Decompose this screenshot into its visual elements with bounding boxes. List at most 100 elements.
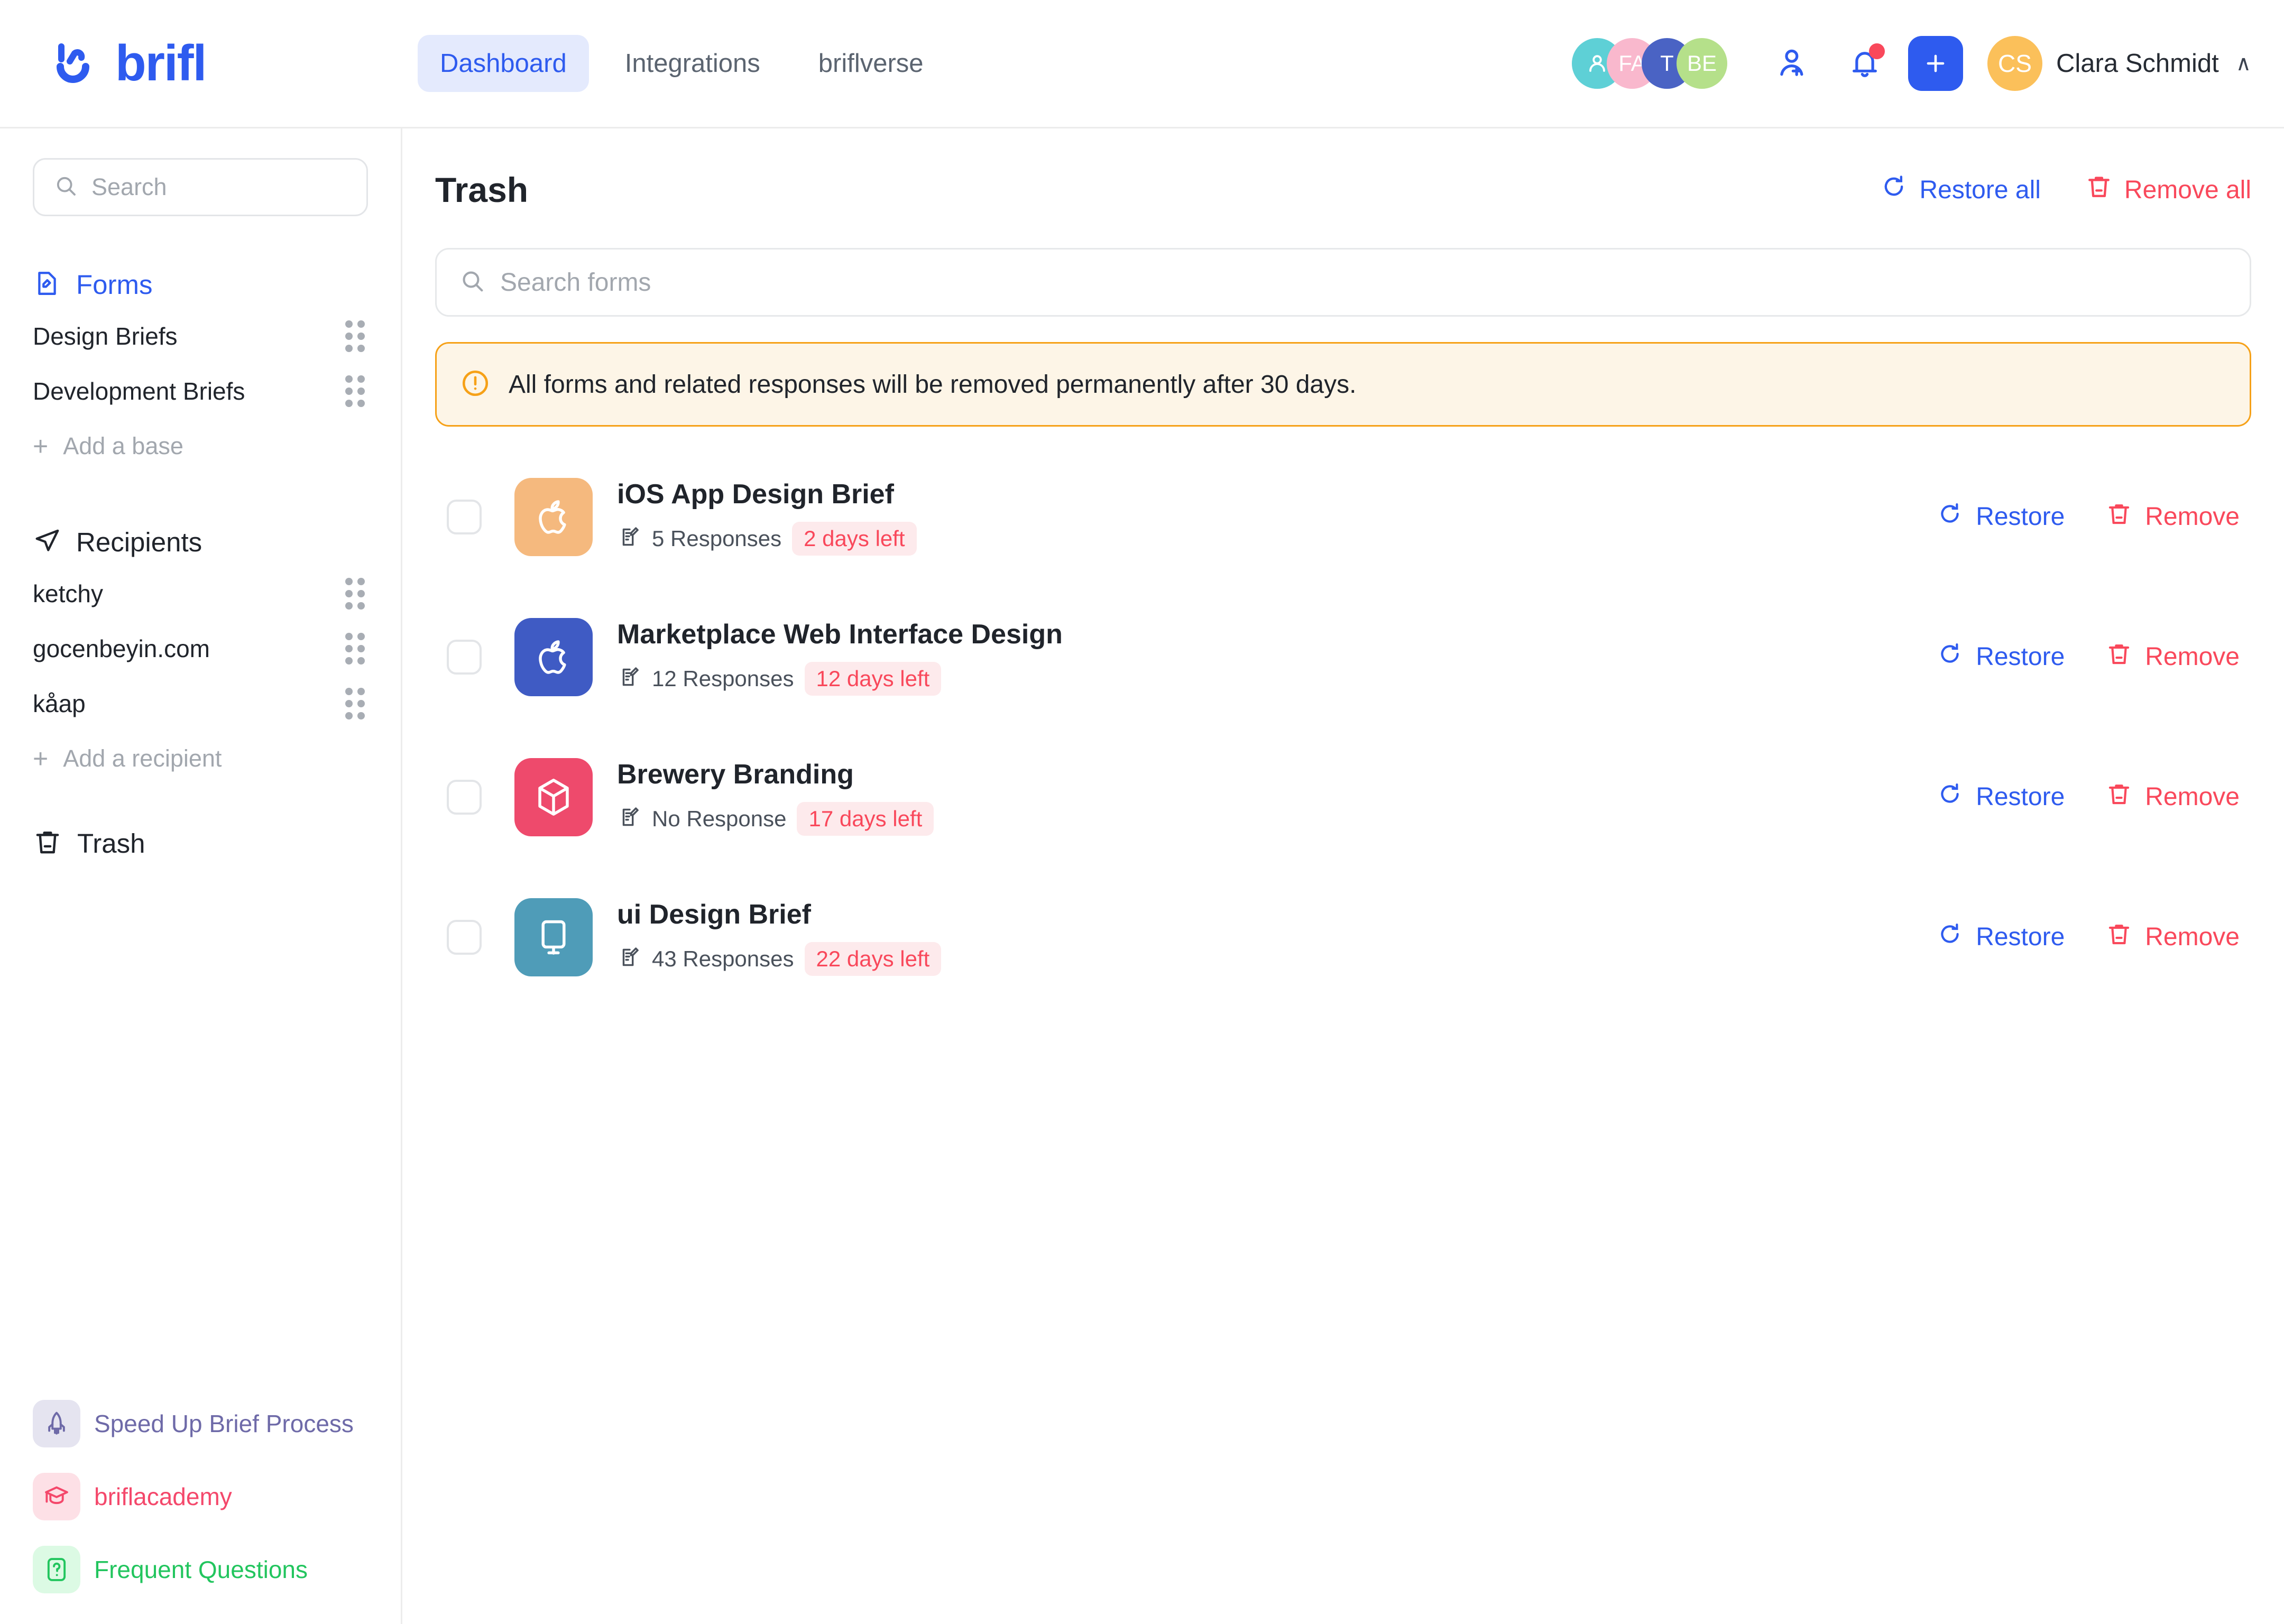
form-title: Brewery Branding bbox=[617, 759, 854, 790]
nav-item-integrations[interactable]: Integrations bbox=[603, 35, 782, 92]
create-new-button[interactable] bbox=[1908, 36, 1963, 91]
days-left-badge: 17 days left bbox=[797, 801, 934, 836]
remove-button[interactable]: Remove bbox=[2106, 781, 2240, 814]
drag-handle-icon[interactable] bbox=[345, 578, 365, 610]
add-base-label: Add a base bbox=[63, 432, 183, 459]
top-navigation-bar: brifl Dashboard Integrations briflverse … bbox=[0, 0, 2284, 128]
form-sub: 12 Responses 12 days left bbox=[617, 661, 1063, 696]
collaborator-avatar-stack[interactable]: FA T BE bbox=[1572, 38, 1727, 89]
row-checkbox[interactable] bbox=[447, 639, 482, 675]
sidebar-section-recipients[interactable]: Recipients bbox=[33, 527, 368, 558]
row-meta: Brewery Branding No Response 17 days lef… bbox=[617, 759, 934, 836]
retention-warning-banner: All forms and related responses will be … bbox=[435, 342, 2251, 427]
restore-label: Restore bbox=[1976, 923, 2065, 951]
remove-button[interactable]: Remove bbox=[2106, 641, 2240, 673]
nav-item-briflverse[interactable]: briflverse bbox=[796, 35, 946, 92]
drag-handle-icon[interactable] bbox=[345, 375, 365, 407]
promo-speed-up-brief-process[interactable]: Speed Up Brief Process bbox=[33, 1387, 371, 1460]
row-checkbox[interactable] bbox=[447, 919, 482, 955]
package-box-icon bbox=[514, 758, 593, 836]
trash-icon bbox=[2106, 781, 2132, 814]
row-actions: Restore Remove bbox=[1937, 921, 2251, 954]
response-count: 5 Responses bbox=[652, 525, 782, 551]
sidebar-forms-label: Forms bbox=[76, 270, 153, 300]
sidebar-recipients-label: Recipients bbox=[76, 527, 202, 557]
table-row[interactable]: iOS App Design Brief 5 Responses 2 days … bbox=[435, 447, 2251, 587]
form-sub: 5 Responses 2 days left bbox=[617, 521, 917, 556]
promo-frequent-questions[interactable]: Frequent Questions bbox=[33, 1533, 371, 1606]
remove-button[interactable]: Remove bbox=[2106, 921, 2240, 954]
sidebar-promo-links: Speed Up Brief Process briflacademy Freq… bbox=[33, 1387, 371, 1606]
restore-icon bbox=[1937, 781, 1963, 814]
promo-briflacademy[interactable]: briflacademy bbox=[33, 1460, 371, 1533]
add-user-icon[interactable] bbox=[1766, 36, 1821, 91]
restore-icon bbox=[1937, 921, 1963, 954]
restore-icon bbox=[1937, 501, 1963, 533]
nav-item-dashboard[interactable]: Dashboard bbox=[418, 35, 589, 92]
restore-button[interactable]: Restore bbox=[1937, 641, 2065, 673]
page-header-actions: Restore all Remove all bbox=[1880, 173, 2251, 207]
trash-icon bbox=[2106, 921, 2132, 954]
graduation-cap-icon bbox=[33, 1473, 80, 1520]
question-icon bbox=[33, 1546, 80, 1593]
drag-handle-icon[interactable] bbox=[345, 320, 365, 352]
apple-icon bbox=[514, 477, 593, 556]
user-menu[interactable]: CS Clara Schmidt ∧ bbox=[1987, 36, 2251, 91]
sidebar-item-label: kåap bbox=[33, 690, 86, 717]
sidebar-item-trash[interactable]: Trash bbox=[33, 827, 368, 860]
table-row[interactable]: Marketplace Web Interface Design 12 Resp… bbox=[435, 587, 2251, 727]
sidebar-item-label: gocenbeyin.com bbox=[33, 635, 210, 662]
add-recipient-label: Add a recipient bbox=[63, 745, 222, 772]
remove-label: Remove bbox=[2145, 783, 2240, 811]
table-row[interactable]: Brewery Branding No Response 17 days lef… bbox=[435, 727, 2251, 867]
row-checkbox[interactable] bbox=[447, 779, 482, 815]
days-left-badge: 12 days left bbox=[804, 661, 942, 696]
form-title: Marketplace Web Interface Design bbox=[617, 619, 1063, 650]
add-a-base-button[interactable]: + Add a base bbox=[33, 419, 368, 474]
row-actions: Restore Remove bbox=[1937, 781, 2251, 814]
sidebar-item-kaap[interactable]: kåap bbox=[33, 676, 368, 731]
restore-label: Restore bbox=[1976, 503, 2065, 531]
sidebar: Search Forms Design Briefs Development B… bbox=[0, 128, 402, 1624]
sidebar-item-design-briefs[interactable]: Design Briefs bbox=[33, 309, 368, 364]
add-a-recipient-button[interactable]: + Add a recipient bbox=[33, 731, 368, 786]
response-count: 12 Responses bbox=[652, 666, 794, 691]
topbar-right-controls: FA T BE CS Clara Schmidt ∧ bbox=[1572, 36, 2251, 91]
promo-label: Frequent Questions bbox=[94, 1556, 308, 1583]
row-actions: Restore Remove bbox=[1937, 501, 2251, 533]
remove-label: Remove bbox=[2145, 643, 2240, 671]
bell-icon[interactable] bbox=[1837, 36, 1892, 91]
row-meta: iOS App Design Brief 5 Responses 2 days … bbox=[617, 478, 917, 556]
user-avatar: CS bbox=[1987, 36, 2042, 91]
restore-button[interactable]: Restore bbox=[1937, 921, 2065, 954]
row-checkbox[interactable] bbox=[447, 499, 482, 534]
days-left-badge: 22 days left bbox=[804, 942, 942, 976]
sidebar-trash-label: Trash bbox=[77, 828, 145, 859]
form-edit-icon bbox=[33, 269, 61, 300]
plus-icon: + bbox=[33, 431, 49, 461]
drag-handle-icon[interactable] bbox=[345, 688, 365, 719]
restore-all-button[interactable]: Restore all bbox=[1880, 173, 2041, 207]
sidebar-search-input[interactable]: Search bbox=[33, 158, 368, 216]
sidebar-item-development-briefs[interactable]: Development Briefs bbox=[33, 364, 368, 419]
remove-all-button[interactable]: Remove all bbox=[2085, 173, 2251, 207]
send-icon bbox=[33, 527, 61, 558]
brand-logo[interactable]: brifl bbox=[51, 34, 400, 93]
remove-button[interactable]: Remove bbox=[2106, 501, 2240, 533]
row-actions: Restore Remove bbox=[1937, 641, 2251, 673]
days-left-badge: 2 days left bbox=[792, 521, 917, 556]
response-icon bbox=[617, 945, 641, 972]
sidebar-item-gocenbeyin[interactable]: gocenbeyin.com bbox=[33, 621, 368, 676]
promo-label: briflacademy bbox=[94, 1483, 232, 1510]
restore-button[interactable]: Restore bbox=[1937, 501, 2065, 533]
sidebar-item-label: ketchy bbox=[33, 580, 103, 607]
sidebar-item-ketchy[interactable]: ketchy bbox=[33, 566, 368, 621]
user-name-label: Clara Schmidt bbox=[2056, 49, 2219, 78]
sidebar-item-label: Design Briefs bbox=[33, 322, 178, 350]
sidebar-section-forms[interactable]: Forms bbox=[33, 269, 368, 300]
table-row[interactable]: ui Design Brief 43 Responses 22 days lef… bbox=[435, 867, 2251, 1007]
drag-handle-icon[interactable] bbox=[345, 633, 365, 665]
response-count: No Response bbox=[652, 806, 787, 831]
restore-button[interactable]: Restore bbox=[1937, 781, 2065, 814]
search-forms-input[interactable]: Search forms bbox=[435, 248, 2251, 317]
